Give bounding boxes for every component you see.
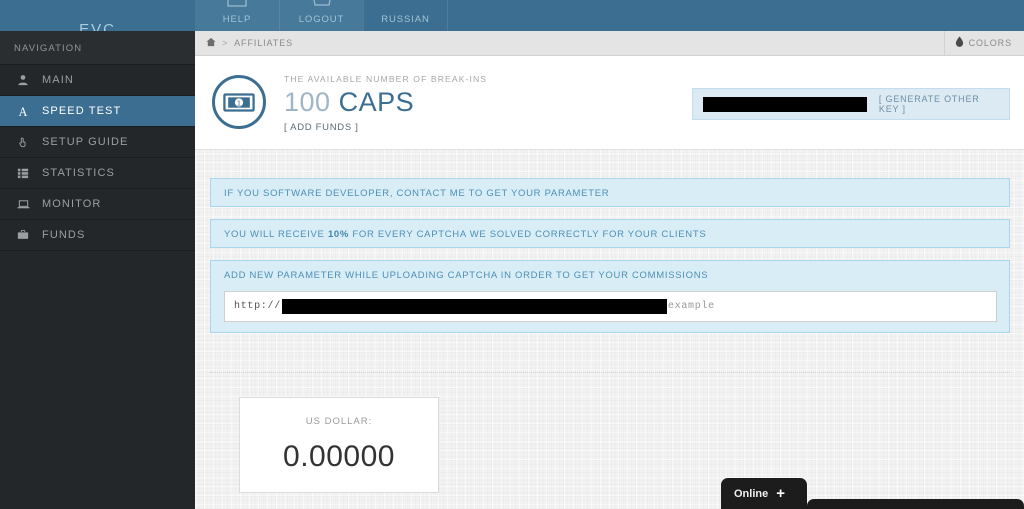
topnav-label-logout: LOGOUT	[298, 14, 345, 25]
sidebar-heading: NAVIGATION	[0, 31, 195, 65]
breadcrumb: > AFFILIATES	[195, 37, 293, 50]
api-key-box: [ GENERATE OTHER KEY ]	[692, 88, 1010, 120]
chat-widget-tab[interactable]: Online +	[721, 478, 807, 509]
section-divider	[210, 372, 1010, 373]
sidebar-item-monitor[interactable]: MONITOR	[0, 189, 195, 220]
add-funds-link[interactable]: [ ADD FUNDS ]	[284, 122, 487, 133]
sidebar: NAVIGATION MAIN A SPEED TEST SETUP GUIDE	[0, 31, 195, 509]
alert-commission-rate: YOU WILL RECEIVE 10% FOR EVERY CAPTCHA W…	[210, 219, 1010, 248]
caps-summary: 1 THE AVAILABLE NUMBER OF BREAK-INS 100 …	[212, 71, 487, 133]
alert-commission-prefix: YOU WILL RECEIVE	[224, 229, 328, 240]
us-dollar-value: 0.00000	[283, 440, 395, 473]
alert-commission-percent: 10%	[327, 229, 350, 240]
chat-status-label: Online	[734, 487, 769, 500]
home-icon[interactable]	[206, 37, 216, 50]
caps-amount-unit: CAPS	[330, 87, 415, 117]
sidebar-label-monitor: MONITOR	[42, 198, 102, 210]
sidebar-item-funds[interactable]: FUNDS	[0, 220, 195, 251]
list-grid-icon	[14, 167, 32, 179]
topnav-label-help: HELP	[222, 14, 252, 25]
caps-text-group: THE AVAILABLE NUMBER OF BREAK-INS 100 CA…	[284, 71, 487, 133]
top-bar: EVC HELP LOGOUT RUSSIAN	[0, 0, 1024, 31]
logout-icon	[309, 0, 335, 7]
sidebar-item-setup-guide[interactable]: SETUP GUIDE	[0, 127, 195, 158]
droplet-icon	[955, 36, 964, 50]
account-header-panel: 1 THE AVAILABLE NUMBER OF BREAK-INS 100 …	[195, 56, 1024, 150]
url-example-field[interactable]: http:// example	[224, 291, 997, 322]
plus-icon[interactable]: +	[776, 486, 785, 501]
generate-other-key-link[interactable]: [ GENERATE OTHER KEY ]	[879, 94, 999, 114]
hand-pointer-icon	[14, 136, 32, 148]
brand-logo[interactable]: EVC	[0, 0, 195, 31]
breadcrumb-bar: > AFFILIATES COLORS	[195, 30, 1024, 56]
topnav-item-logout[interactable]: LOGOUT	[279, 0, 363, 31]
caps-amount: 100 CAPS	[284, 87, 487, 117]
topnav-label-russian: RUSSIAN	[381, 14, 430, 25]
laptop-icon	[14, 198, 32, 211]
sidebar-label-funds: FUNDS	[42, 229, 86, 241]
breadcrumb-current[interactable]: AFFILIATES	[234, 38, 293, 48]
help-icon	[224, 0, 250, 7]
svg-text:A: A	[18, 105, 28, 118]
topnav-item-help[interactable]: HELP	[195, 0, 279, 31]
topnav-item-russian[interactable]: RUSSIAN	[363, 0, 447, 31]
alert-commission-suffix: FOR EVERY CAPTCHA WE SOLVED CORRECTLY FO…	[349, 229, 707, 240]
caps-subtitle: THE AVAILABLE NUMBER OF BREAK-INS	[284, 74, 488, 84]
breadcrumb-separator: >	[222, 38, 229, 48]
sidebar-label-statistics: STATISTICS	[42, 167, 115, 179]
topnav-filler	[447, 0, 1024, 31]
url-redacted-value[interactable]	[281, 299, 667, 314]
sidebar-item-main[interactable]: MAIN	[0, 65, 195, 96]
caps-amount-number: 100	[284, 87, 331, 117]
api-key-input-redacted[interactable]	[703, 96, 867, 112]
svg-text:1: 1	[237, 100, 241, 107]
sidebar-item-statistics[interactable]: STATISTICS	[0, 158, 195, 189]
alert-developer-contact: IF YOU SOFTWARE DEVELOPER, CONTACT ME TO…	[210, 178, 1010, 207]
chat-widget[interactable]: Online +	[721, 478, 1024, 509]
alert-add-parameter-text: ADD NEW PARAMETER WHILE UPLOADING CAPTCH…	[224, 270, 709, 281]
url-prefix: http://	[234, 301, 281, 312]
us-dollar-card: US DOLLAR: 0.00000	[239, 397, 439, 493]
sidebar-label-setup-guide: SETUP GUIDE	[42, 136, 129, 148]
alert-commission-rate-text: YOU WILL RECEIVE 10% FOR EVERY CAPTCHA W…	[211, 220, 1009, 249]
chat-widget-bar[interactable]	[807, 499, 1024, 509]
user-icon	[14, 74, 32, 86]
url-suffix: example	[667, 301, 715, 312]
alert-add-parameter: ADD NEW PARAMETER WHILE UPLOADING CAPTCH…	[210, 260, 1010, 333]
alert-developer-contact-text: IF YOU SOFTWARE DEVELOPER, CONTACT ME TO…	[224, 188, 610, 199]
us-dollar-label: US DOLLAR:	[305, 416, 373, 427]
banknote-circle-icon: 1	[212, 75, 266, 129]
sidebar-label-speed-test: SPEED TEST	[42, 105, 122, 117]
colors-button[interactable]: COLORS	[943, 30, 1024, 56]
colors-button-label: COLORS	[968, 38, 1012, 48]
sidebar-item-speed-test[interactable]: A SPEED TEST	[0, 96, 195, 127]
brand-name: EVC	[79, 21, 116, 31]
top-navigation: HELP LOGOUT RUSSIAN	[195, 0, 1024, 31]
font-a-icon: A	[14, 105, 32, 118]
sidebar-label-main: MAIN	[42, 74, 74, 86]
briefcase-icon	[14, 229, 32, 241]
